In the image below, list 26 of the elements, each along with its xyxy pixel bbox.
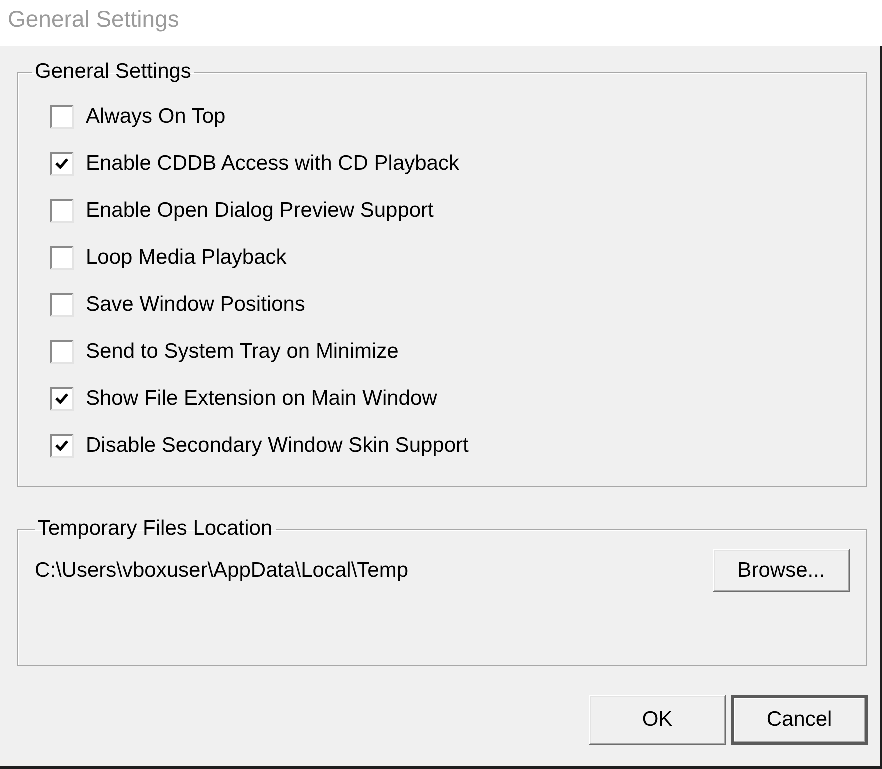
browse-button[interactable]: Browse... xyxy=(713,549,850,592)
group-title: Temporary Files Location xyxy=(37,517,274,541)
dialog-button[interactable]: OK xyxy=(589,695,726,745)
checkbox-label[interactable]: Enable CDDB Access with CD Playback xyxy=(86,150,460,176)
checkbox[interactable] xyxy=(50,104,74,128)
folder-path: C:\Users\vboxuser\AppData\Local\Temp xyxy=(35,558,408,582)
checkbox[interactable] xyxy=(50,152,74,176)
checkbox-label[interactable]: Save Window Positions xyxy=(86,292,306,318)
checkmark-icon xyxy=(55,440,69,452)
checkbox[interactable] xyxy=(50,292,74,316)
checkbox-label[interactable]: Loop Media Playback xyxy=(86,244,287,270)
checkmark-icon xyxy=(55,392,69,404)
checkbox-label[interactable]: Disable Secondary Window Skin Support xyxy=(86,432,469,458)
checkbox[interactable] xyxy=(50,198,74,222)
window-title: General Settings xyxy=(8,5,180,33)
checkbox[interactable] xyxy=(50,340,74,364)
checkmark-icon xyxy=(55,158,69,170)
checkbox-label[interactable]: Always On Top xyxy=(86,104,226,130)
dialog-button[interactable]: Cancel xyxy=(731,695,868,745)
checkbox[interactable] xyxy=(50,434,74,458)
checkbox-label[interactable]: Send to System Tray on Minimize xyxy=(86,338,399,364)
checkbox-label[interactable]: Show File Extension on Main Window xyxy=(86,386,438,412)
checkbox[interactable] xyxy=(50,246,74,270)
checkbox[interactable] xyxy=(50,386,74,410)
checkbox-label[interactable]: Enable Open Dialog Preview Support xyxy=(86,198,434,224)
group-title: General Settings xyxy=(34,60,192,84)
